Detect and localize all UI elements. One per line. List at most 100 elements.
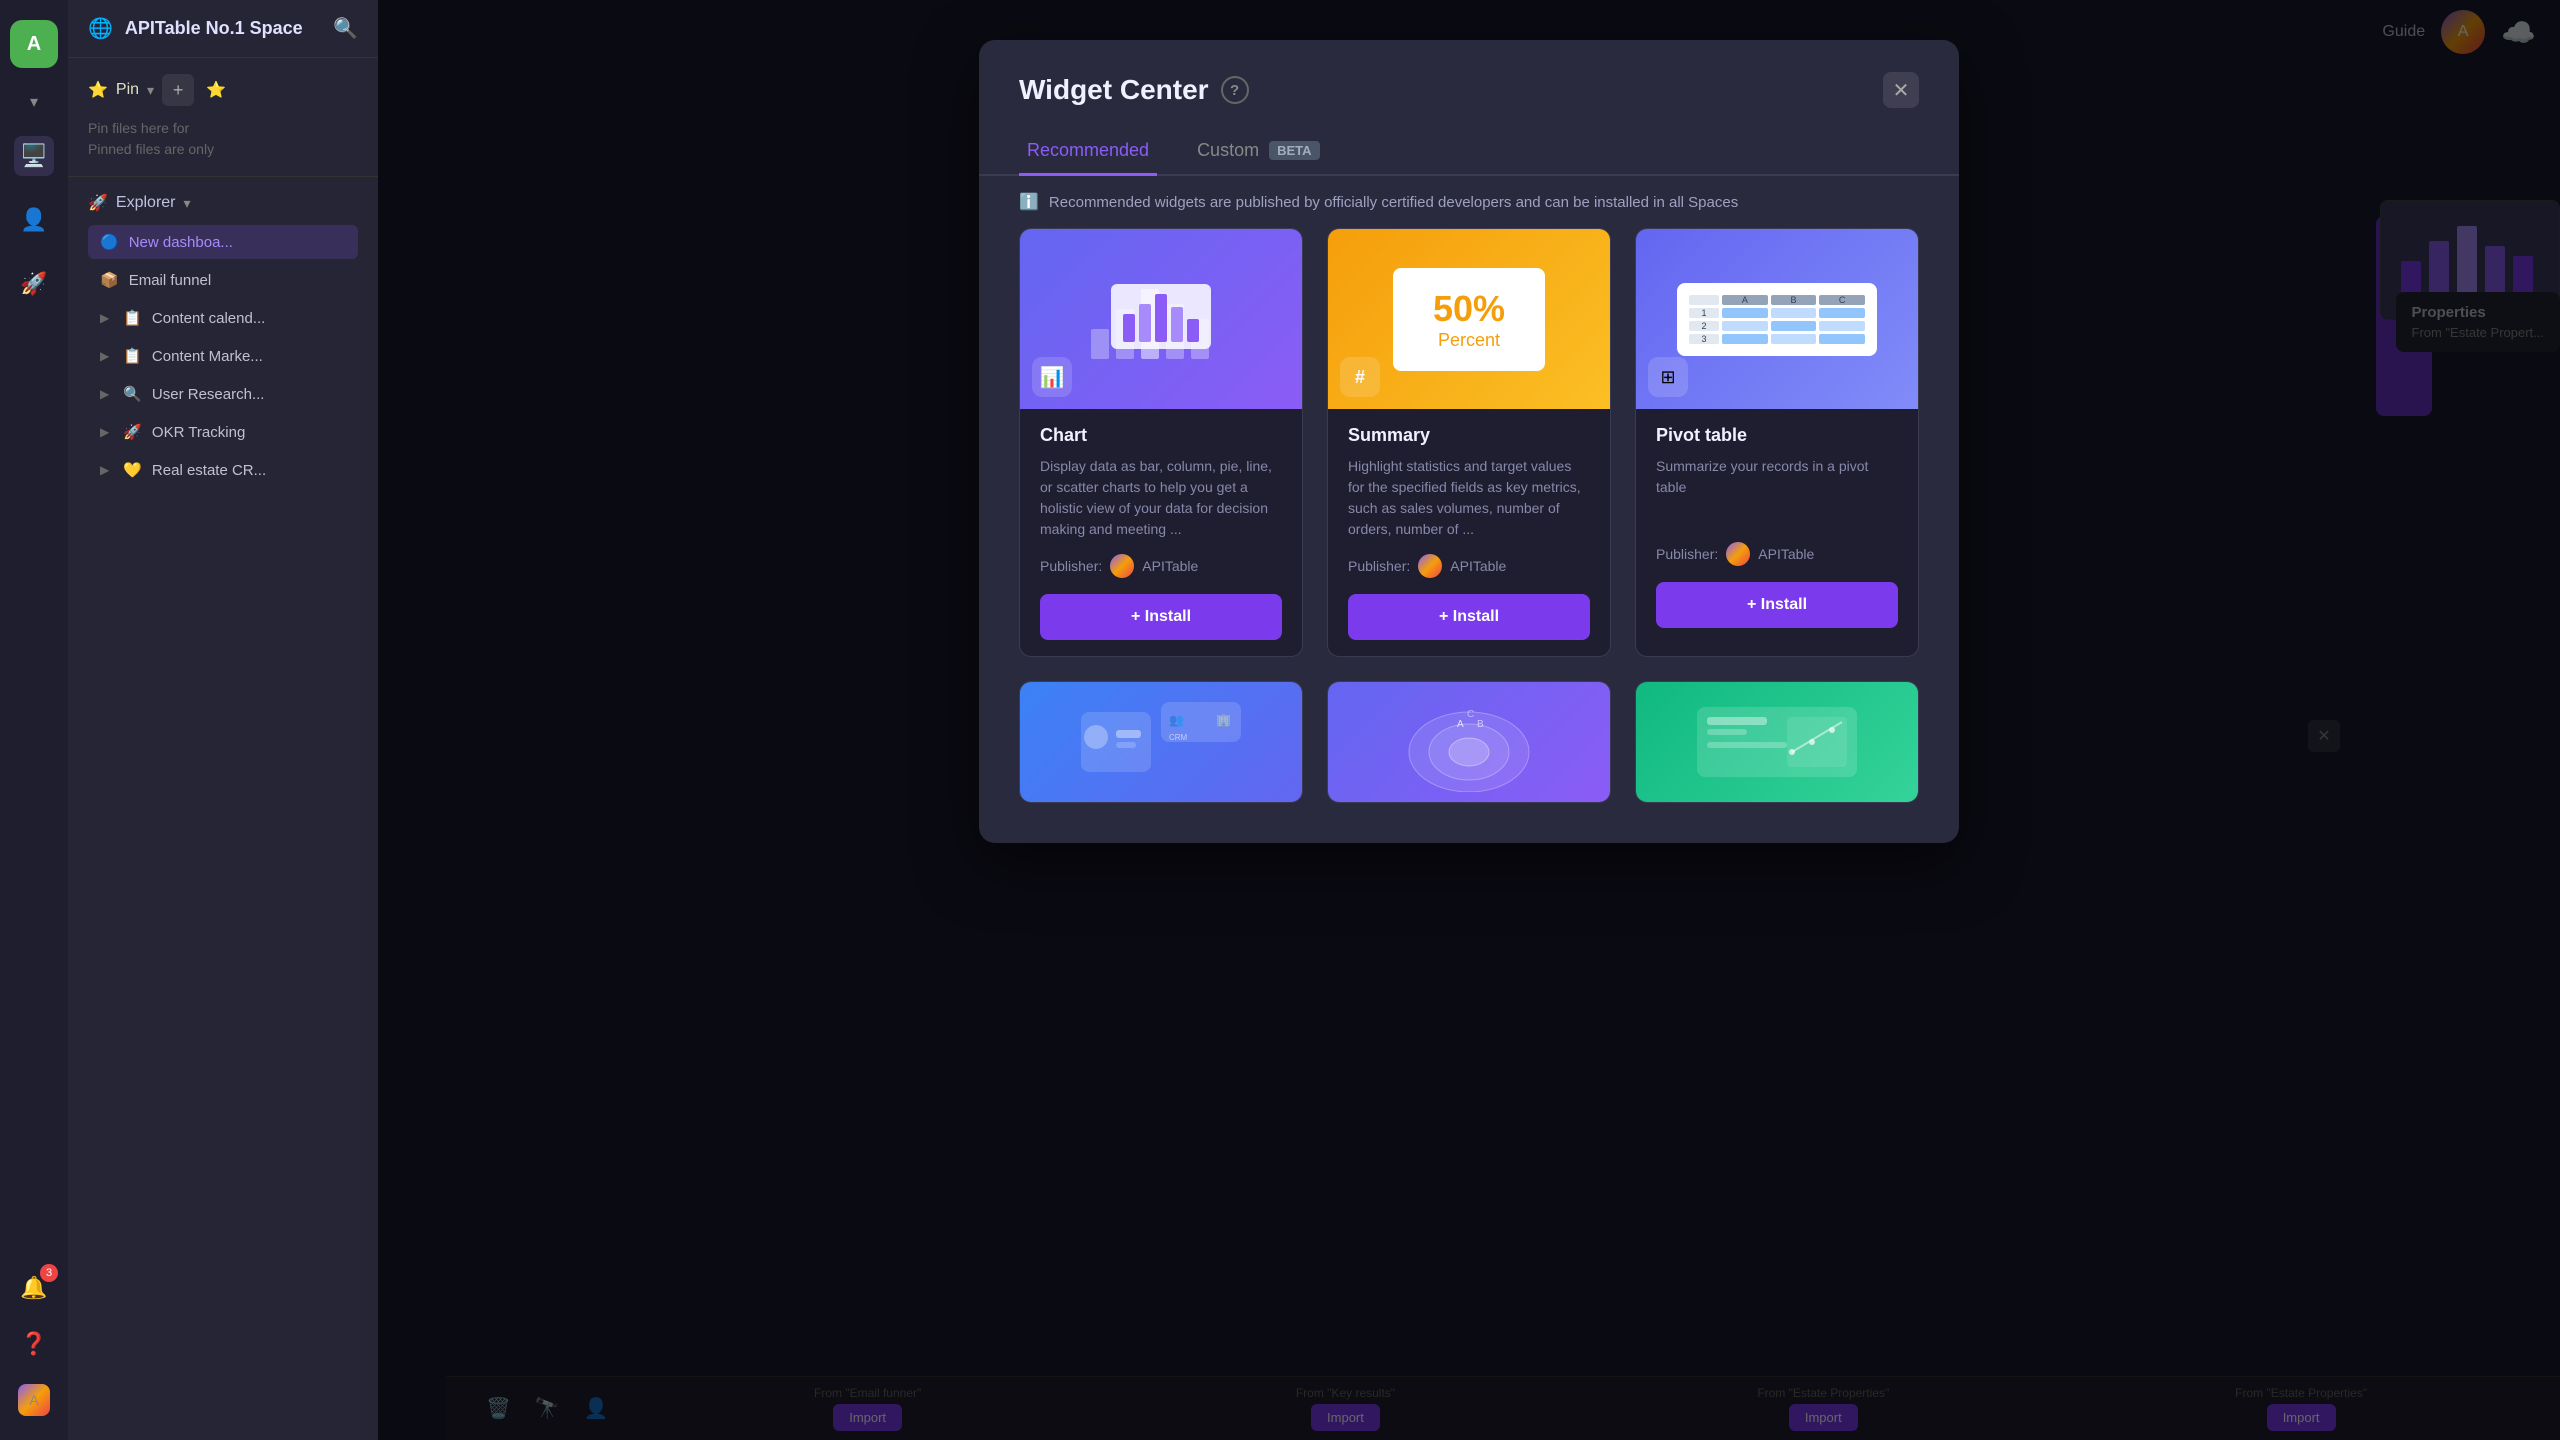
widget-desc-summary: Highlight statistics and target values f… <box>1348 456 1590 540</box>
help-circle-icon[interactable]: ? <box>1221 76 1249 104</box>
install-button-pivot[interactable]: + Install <box>1656 582 1898 628</box>
nav-arrow-icon2: ▶ <box>100 349 109 363</box>
help-icon[interactable]: ❓ <box>14 1324 54 1364</box>
widget-preview-pivot: A B C 1 <box>1636 229 1918 409</box>
widget-preview-6 <box>1636 682 1918 802</box>
install-button-chart[interactable]: + Install <box>1040 594 1282 640</box>
panel-header: 🌐 APITable No.1 Space 🔍 <box>68 0 378 58</box>
widget-card-6 <box>1635 681 1919 803</box>
space-title: APITable No.1 Space <box>125 18 303 39</box>
widget-card-chart: 📊 Chart Display data as bar, column, pie… <box>1019 228 1303 657</box>
modal-info-bar: ℹ️ Recommended widgets are published by … <box>979 176 1959 228</box>
left-nav-panel: 🌐 APITable No.1 Space 🔍 ⭐ Pin ▾ + ⭐ Pin … <box>68 0 378 1440</box>
star-icon: ⭐ <box>88 80 108 100</box>
widget-preview-chart: 📊 <box>1020 229 1302 409</box>
user-avatar[interactable]: A <box>10 20 58 68</box>
svg-text:👥: 👥 <box>1169 713 1184 727</box>
icon-sidebar: A ▾ 🖥️ 👤 🚀 🔔 3 ❓ A <box>0 0 68 1440</box>
explorer-section: 🚀 Explorer ▾ 🔵 New dashboa... 📦 Email fu… <box>68 177 378 507</box>
pivot-widget-icon: ⊞ <box>1648 357 1688 397</box>
nav-arrow-icon: ▶ <box>100 311 109 325</box>
nav-arrow-icon4: ▶ <box>100 425 109 439</box>
svg-text:CRM: CRM <box>1169 733 1188 742</box>
widget-name-summary: Summary <box>1348 425 1590 446</box>
explorer-header[interactable]: 🚀 Explorer ▾ <box>88 193 358 213</box>
pivot-preview-table: A B C 1 <box>1677 283 1877 356</box>
tab-recommended[interactable]: Recommended <box>1019 128 1157 176</box>
nav-icon-okr: 🚀 <box>123 423 142 441</box>
nav-item-user-research[interactable]: ▶ 🔍 User Research... <box>88 377 358 411</box>
nav-item-content-cal[interactable]: ▶ 📋 Content calend... <box>88 301 358 335</box>
user-settings-icon[interactable]: A <box>14 1380 54 1420</box>
widget-info-pivot: Pivot table Summarize your records in a … <box>1636 409 1918 644</box>
nav-icon-content-cal: 📋 <box>123 309 142 327</box>
widget-center-modal: Widget Center ? ✕ Recommended Custom BET… <box>979 40 1959 843</box>
svg-text:C: C <box>1467 709 1474 720</box>
sidebar-icon-desktop[interactable]: 🖥️ <box>14 136 54 176</box>
summary-label: Percent <box>1433 330 1505 351</box>
widget-card-summary: 50% Percent # Summary Highlight statisti… <box>1327 228 1611 657</box>
publisher-logo-chart <box>1110 554 1134 578</box>
widget-name-chart: Chart <box>1040 425 1282 446</box>
modal-close-button[interactable]: ✕ <box>1883 72 1919 108</box>
nav-item-real-estate[interactable]: ▶ 💛 Real estate CR... <box>88 453 358 487</box>
svg-text:B: B <box>1477 719 1484 730</box>
nav-label-okr: OKR Tracking <box>152 424 245 441</box>
sidebar-icon-users[interactable]: 👤 <box>14 200 54 240</box>
nav-item-okr[interactable]: ▶ 🚀 OKR Tracking <box>88 415 358 449</box>
nav-item-content-market[interactable]: ▶ 📋 Content Marke... <box>88 339 358 373</box>
nav-icon-real-estate: 💛 <box>123 461 142 479</box>
add-pin-button[interactable]: + <box>162 74 194 106</box>
widget-desc-chart: Display data as bar, column, pie, line, … <box>1040 456 1282 540</box>
sidebar-icon-rocket[interactable]: 🚀 <box>14 264 54 304</box>
nav-item-email-funnel[interactable]: 📦 Email funnel <box>88 263 358 297</box>
nav-label-content-cal: Content calend... <box>152 310 265 327</box>
explorer-chevron-icon[interactable]: ▾ <box>184 195 191 212</box>
main-content-area: Guide A ☁️ Widget Center ? ✕ Recommended <box>378 0 2560 1440</box>
modal-tabs: Recommended Custom BETA <box>979 108 1959 176</box>
widget-card-4: 👥 🏢 CRM <box>1019 681 1303 803</box>
tab-custom[interactable]: Custom BETA <box>1189 128 1327 176</box>
svg-text:A: A <box>1457 719 1464 730</box>
summary-widget-icon: # <box>1340 357 1380 397</box>
search-icon[interactable]: 🔍 <box>333 16 358 41</box>
publisher-logo-pivot <box>1726 542 1750 566</box>
widget-desc-pivot: Summarize your records in a pivot table <box>1656 456 1898 528</box>
summary-display: 50% Percent <box>1393 268 1545 371</box>
nav-label-content-market: Content Marke... <box>152 348 263 365</box>
chart-widget-icon: 📊 <box>1032 357 1072 397</box>
svg-text:🏢: 🏢 <box>1216 713 1231 727</box>
widget-grid: 📊 Chart Display data as bar, column, pie… <box>1019 228 1919 803</box>
widget-preview-5: A B C <box>1328 682 1610 802</box>
nav-icon-user-research: 🔍 <box>123 385 142 403</box>
widget-preview-summary: 50% Percent # <box>1328 229 1610 409</box>
modal-body: 📊 Chart Display data as bar, column, pie… <box>979 228 1959 843</box>
nav-item-new-dashboard[interactable]: 🔵 New dashboa... <box>88 225 358 259</box>
nav-label-dashboard: New dashboa... <box>129 234 233 251</box>
install-button-summary[interactable]: + Install <box>1348 594 1590 640</box>
publisher-summary: Publisher: APITable <box>1348 554 1590 578</box>
pin-label: Pin <box>116 81 139 99</box>
notification-icon[interactable]: 🔔 3 <box>14 1268 54 1308</box>
widget-card-pivot: A B C 1 <box>1635 228 1919 657</box>
explorer-rocket-icon: 🚀 <box>88 193 108 213</box>
info-circle-icon: ℹ️ <box>1019 192 1039 212</box>
widget-preview-4: 👥 🏢 CRM <box>1020 682 1302 802</box>
beta-badge: BETA <box>1269 141 1319 160</box>
pin-header[interactable]: ⭐ Pin ▾ + ⭐ <box>88 74 358 106</box>
widget-card-5: A B C <box>1327 681 1611 803</box>
notification-count: 3 <box>40 1264 58 1282</box>
space-emoji-icon: 🌐 <box>88 16 113 41</box>
publisher-pivot: Publisher: APITable <box>1656 542 1898 566</box>
nav-label-user-research: User Research... <box>152 386 265 403</box>
pin-chevron-icon[interactable]: ▾ <box>147 82 154 99</box>
pin-empty-text: Pin files here forPinned files are only <box>88 118 358 160</box>
collapse-chevron[interactable]: ▾ <box>30 92 38 112</box>
nav-arrow-icon3: ▶ <box>100 387 109 401</box>
summary-percent: 50% <box>1433 288 1505 330</box>
explorer-label: Explorer <box>116 194 176 212</box>
modal-header: Widget Center ? ✕ <box>979 40 1959 108</box>
modal-overlay[interactable]: Widget Center ? ✕ Recommended Custom BET… <box>378 0 2560 1440</box>
nav-icon-email: 📦 <box>100 271 119 289</box>
nav-arrow-icon5: ▶ <box>100 463 109 477</box>
